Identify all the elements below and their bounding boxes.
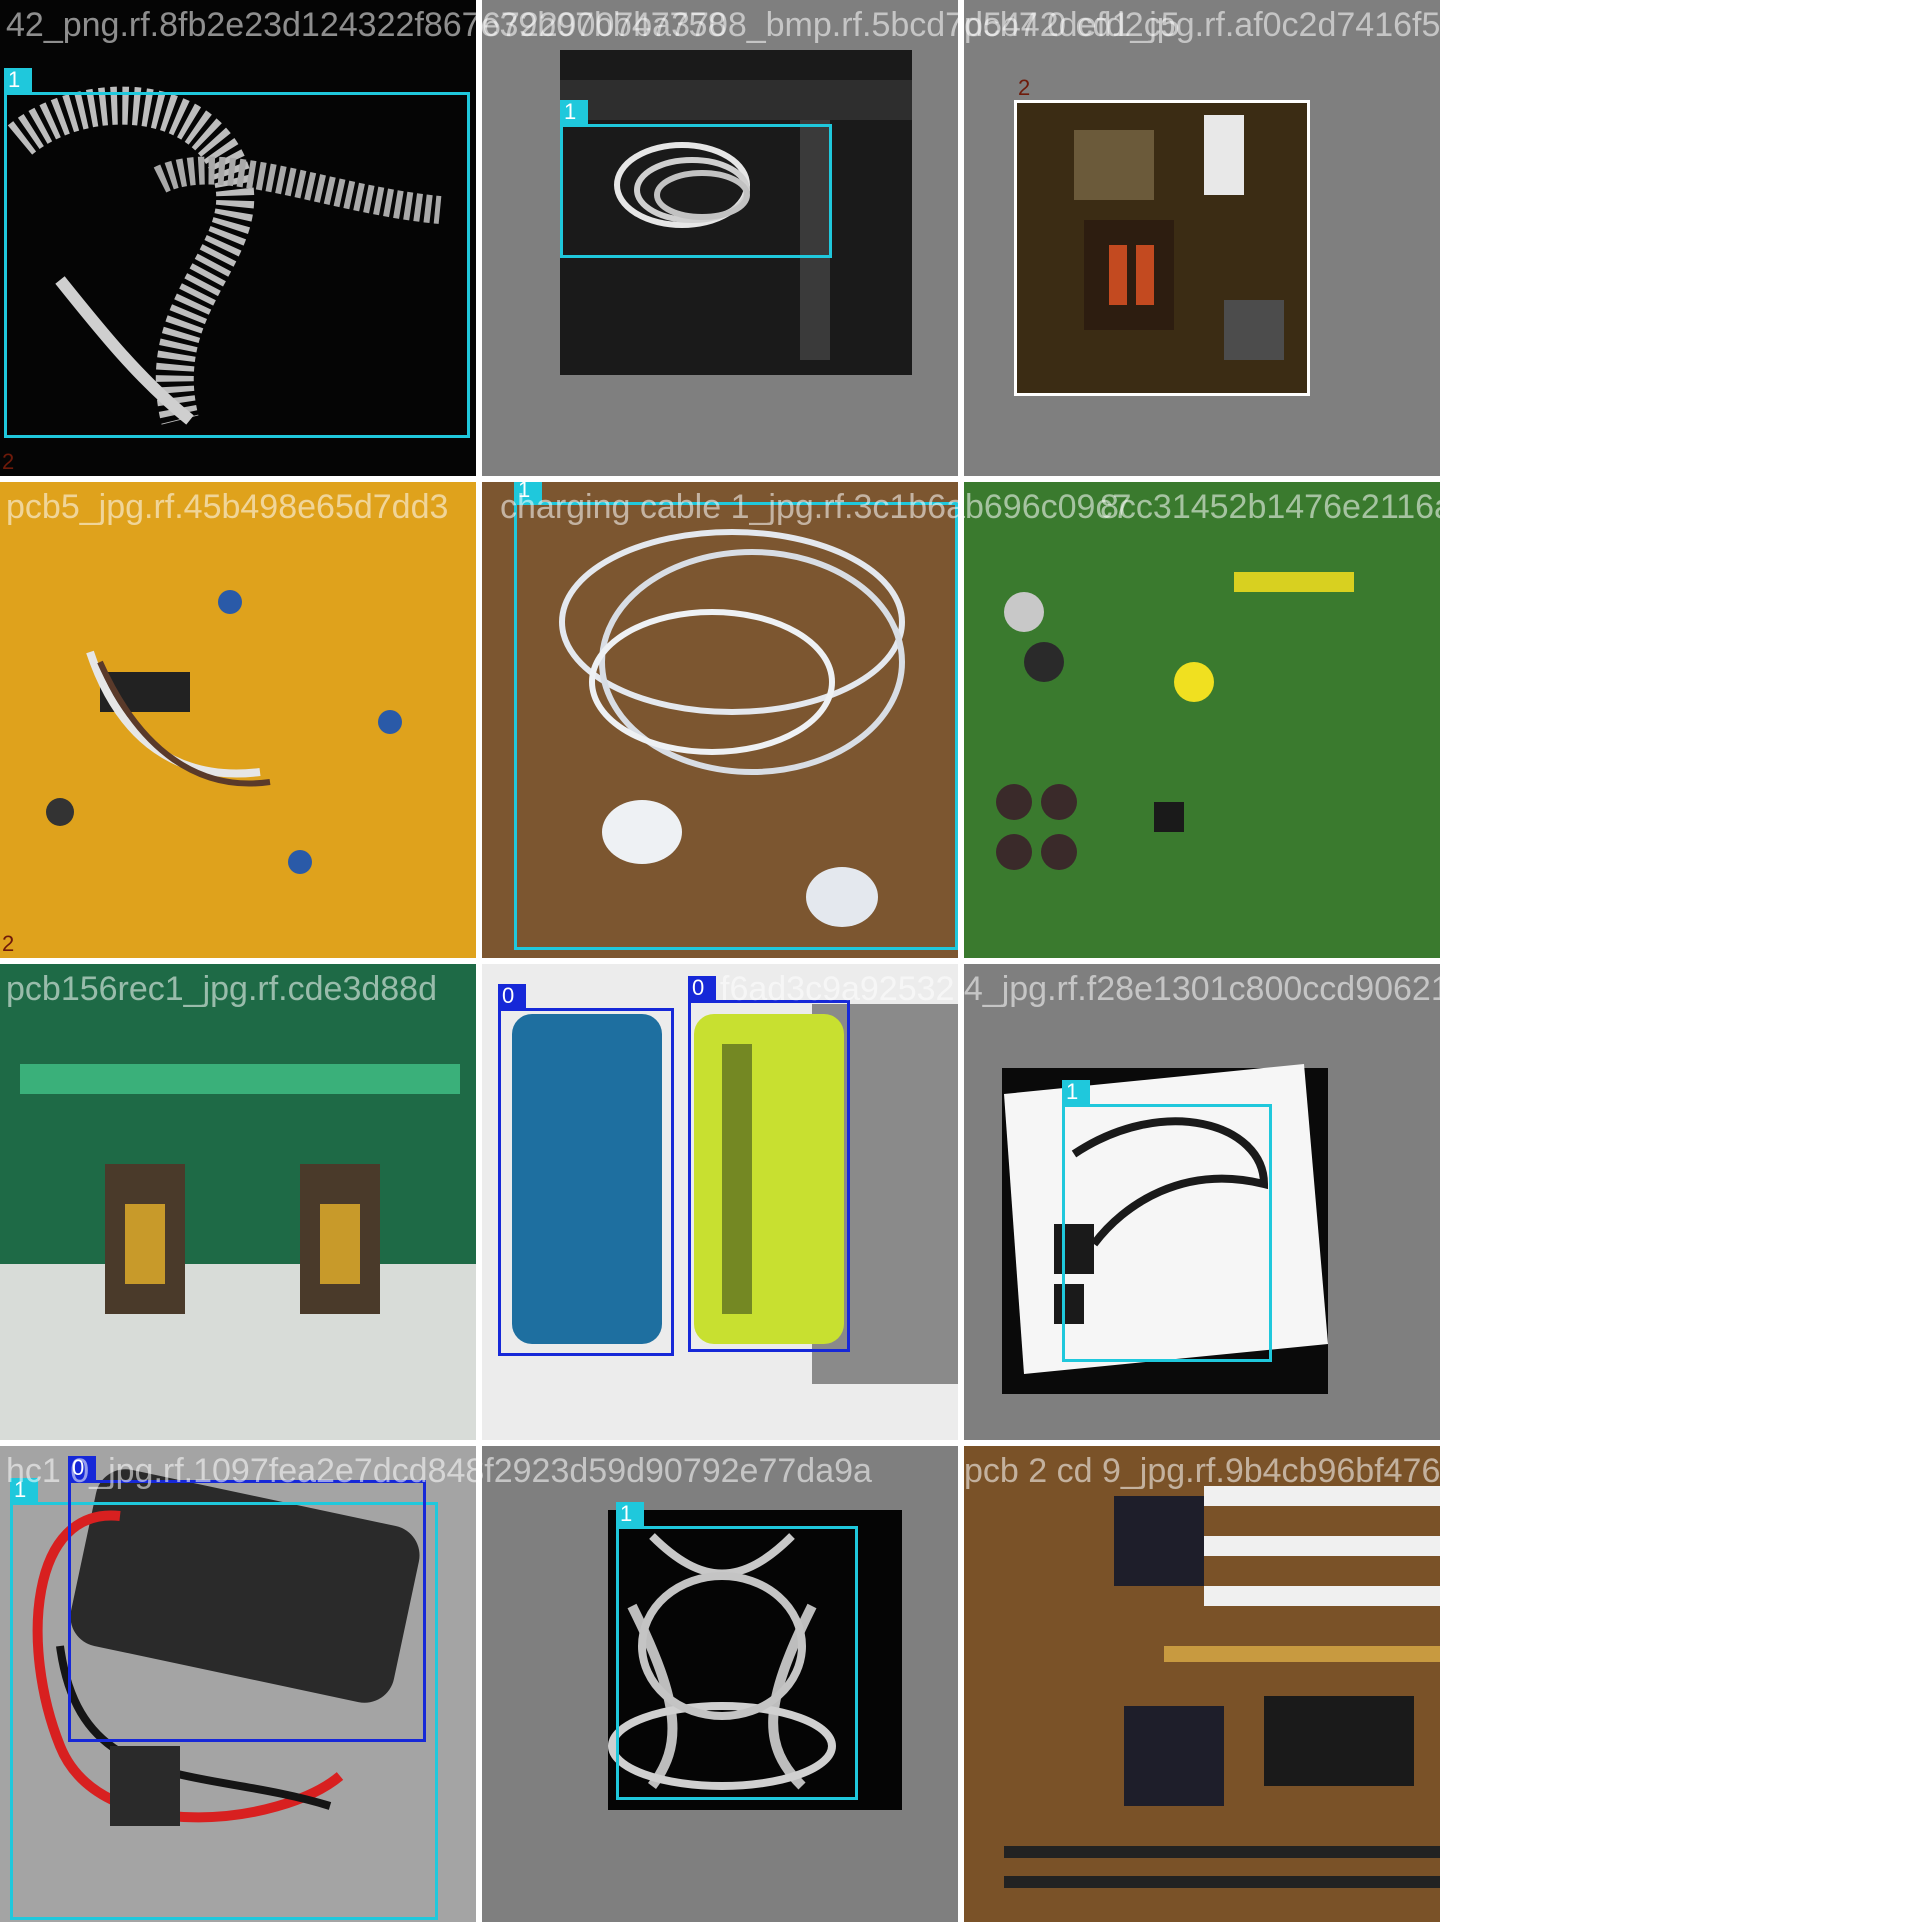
tile-usb-cable: 1 bbox=[482, 0, 958, 476]
image-filename: pcb7 0 cd1_jpg.rf.af0c2d7416f50fb494d086 bbox=[964, 6, 1620, 44]
image-filename: pcb156rec1_jpg.rf.cde3d88d bbox=[6, 970, 437, 1008]
image-filename: 8cc31452b1476e2116adb4 bbox=[1100, 488, 1510, 526]
bbox-class-1: 1 bbox=[616, 1502, 858, 1800]
tile-earphones-cable: 1 bbox=[482, 482, 958, 958]
bbox-class-0: 0 bbox=[688, 976, 850, 1352]
tile-batteries: 0 0 bbox=[482, 964, 958, 1440]
image-filename: f6ad3c9a92532 4_jpg.rf.f28e1301c800ccd90… bbox=[720, 970, 1658, 1008]
tile-coiled-ethernet-cable: 1 bbox=[482, 1446, 958, 1922]
tile-yellow-pcb: 2 bbox=[0, 482, 476, 958]
tile-image bbox=[964, 482, 1440, 958]
bbox-class-1: 1 bbox=[514, 482, 958, 950]
tile-image bbox=[964, 1446, 1440, 1922]
bbox-class-1: 1 bbox=[560, 100, 832, 258]
tile-adapter-with-cable: 1 0 bbox=[0, 1446, 476, 1922]
bbox-class-label: 2 bbox=[2, 449, 15, 474]
bbox-class-1: 1 bbox=[4, 68, 470, 438]
detection-mosaic: 1 2 1 2 2 1 0 0 1 1 0 1 42_png.rf.8fb2e2… bbox=[0, 0, 1658, 1922]
image-filename: charging cable 1_jpg.rf.3c1b6ab696c09c7 bbox=[500, 488, 1132, 526]
tile-coiled-phone-cord: 1 2 bbox=[0, 0, 476, 476]
image-filename: pcb5_jpg.rf.45b498e65d7dd3 bbox=[6, 488, 449, 526]
bbox-class-label: 1 bbox=[560, 100, 588, 124]
tile-image bbox=[0, 964, 476, 1440]
tile-motherboard bbox=[964, 1446, 1440, 1922]
image-filename: pcb 2 cd 9_jpg.rf.9b4cb96bf476440fc0ae03 bbox=[964, 1452, 1619, 1490]
tile-image bbox=[0, 482, 476, 958]
bbox-class-label: 2 bbox=[2, 931, 15, 956]
tile-power-cord: 1 2 bbox=[964, 964, 1440, 1440]
bbox-class-2: 2 bbox=[1014, 76, 1310, 396]
bbox-class-label: 2 bbox=[1018, 75, 1031, 100]
bbox-class-label: 0 bbox=[688, 976, 716, 1000]
bbox-class-label: 1 bbox=[1062, 1080, 1090, 1104]
image-filename: hc1 0_jpg.rf.1097fea2e7dcd848f2923d59d90… bbox=[6, 1452, 872, 1490]
bbox-class-label: 1 bbox=[4, 68, 32, 92]
bbox-class-0: 0 bbox=[68, 1456, 426, 1742]
tile-green-pcb-transformers bbox=[0, 964, 476, 1440]
bbox-class-label: 0 bbox=[498, 984, 526, 1008]
tile-pcb-power-board: 2 2 bbox=[964, 0, 1440, 476]
tile-green-pcb bbox=[964, 482, 1440, 958]
bbox-class-0: 0 bbox=[498, 984, 674, 1356]
bbox-class-1: 1 bbox=[1062, 1080, 1272, 1362]
bbox-class-label: 1 bbox=[616, 1502, 644, 1526]
